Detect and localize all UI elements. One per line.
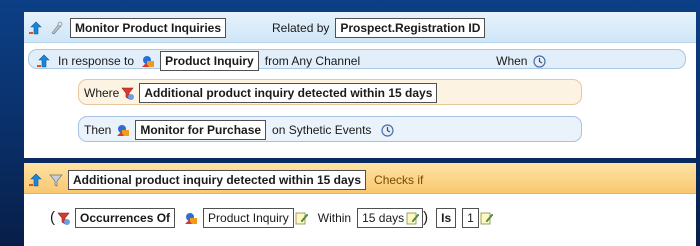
collapse-arrow-icon[interactable] [36,53,52,69]
rule-panel: Monitor Product Inquiries Related by Pro… [24,12,696,158]
related-by-label: Related by [272,21,330,35]
action-icon [115,122,131,138]
collapse-arrow-icon[interactable] [28,172,44,188]
within-label: Within [317,211,352,225]
when-label: When [496,54,528,68]
edit-icon[interactable] [294,210,310,226]
condition-event-field[interactable]: Product Inquiry [203,208,294,228]
on-events-label: on Sythetic Events [272,123,372,137]
filter-icon [119,85,135,101]
rule-header-row: Monitor Product Inquiries Related by Pro… [28,18,486,38]
condition-expression-row: ( Occurrences Of Product Inquiry Within … [50,208,495,228]
edit-icon[interactable] [479,210,495,226]
clock-icon[interactable] [379,122,395,138]
rule-icon [48,20,64,36]
is-operator-field[interactable]: Is [436,208,457,228]
where-condition-field[interactable]: Additional product inquiry detected with… [139,83,438,103]
in-response-label: In response to [58,54,135,68]
in-response-content: In response to Product Inquiry from Any … [36,51,547,71]
function-icon [55,210,71,226]
then-label: Then [84,123,112,137]
function-field[interactable]: Occurrences Of [75,208,176,228]
clock-icon[interactable] [531,53,547,69]
from-channel-label: from Any Channel [264,54,361,68]
then-content: Then Monitor for Purchase on Sythetic Ev… [84,120,395,140]
collapse-arrow-icon[interactable] [28,20,44,36]
filter-funnel-icon [48,172,64,188]
count-field[interactable]: 1 [462,208,479,228]
event-field[interactable]: Product Inquiry [160,51,259,71]
condition-header-row: Additional product inquiry detected with… [28,170,423,190]
rule-name-field[interactable]: Monitor Product Inquiries [70,18,226,38]
checks-if-label: Checks if [374,173,424,187]
condition-panel: Additional product inquiry detected with… [24,163,696,246]
edit-icon[interactable] [405,210,421,226]
event-icon [183,210,199,226]
event-icon [140,53,156,69]
where-label: Where [84,86,120,100]
action-field[interactable]: Monitor for Purchase [135,120,267,140]
related-by-field[interactable]: Prospect.Registration ID [335,18,486,38]
condition-name-field[interactable]: Additional product inquiry detected with… [68,170,367,190]
where-content: Where Additional product inquiry detecte… [84,83,438,103]
close-paren: ) [423,209,429,226]
